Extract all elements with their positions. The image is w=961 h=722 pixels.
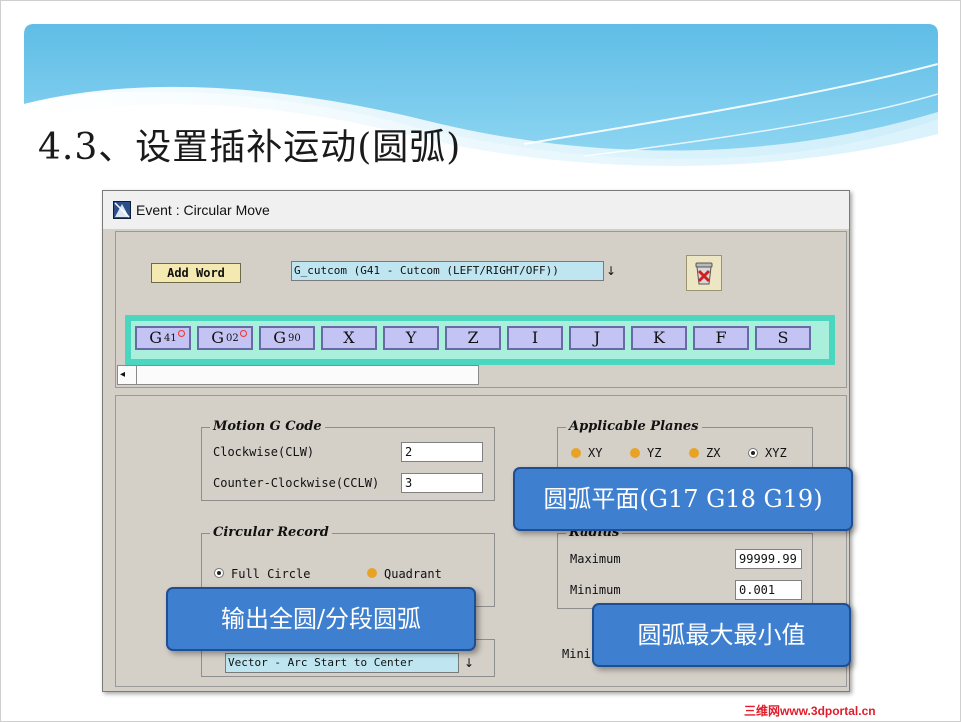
dropdown-arrow-icon[interactable]: ↓ [603, 262, 619, 280]
ijk-select[interactable]: Vector - Arc Start to Center ↓ [225, 653, 481, 673]
radius-maximum-field[interactable]: 99999.99 [735, 549, 802, 569]
plane-xy-label: XY [588, 446, 603, 460]
plane-xy-radio[interactable] [571, 448, 581, 458]
clockwise-label: Clockwise(CLW) [213, 445, 315, 459]
word-sub: 41 [164, 333, 177, 344]
ijk-select-value[interactable]: Vector - Arc Start to Center [225, 653, 459, 673]
word-button-g41[interactable]: G 41 [135, 326, 191, 350]
plane-zx-label: ZX [706, 446, 721, 460]
full-circle-label: Full Circle [231, 567, 311, 581]
word-button-g90[interactable]: G 90 [259, 326, 315, 350]
word-button-s[interactable]: S [755, 326, 811, 350]
add-word-button[interactable]: Add Word [151, 263, 241, 283]
plane-yz-label: YZ [647, 446, 662, 460]
word-button-i[interactable]: I [507, 326, 563, 350]
plane-xyz-label: XYZ [765, 446, 787, 460]
clockwise-field[interactable]: 2 [401, 442, 483, 462]
circular-record-title: Circular Record [210, 525, 332, 540]
planes-callout: 圆弧平面(G17 G18 G19) [513, 467, 853, 531]
quadrant-label: Quadrant [384, 567, 442, 581]
scrollbar-divider [136, 366, 137, 384]
minimum-arc-label: Mini [562, 647, 591, 661]
trash-icon [695, 262, 713, 285]
plane-yz-radio[interactable] [630, 448, 640, 458]
dialog-titlebar: Event : Circular Move [103, 191, 849, 229]
counter-clockwise-label: Counter-Clockwise(CCLW) [213, 476, 380, 490]
word-button-j[interactable]: J [569, 326, 625, 350]
word-select-value[interactable]: G_cutcom (G41 - Cutcom (LEFT/RIGHT/OFF)) [291, 261, 604, 281]
quadrant-radio[interactable] [367, 568, 377, 578]
plane-zx-radio[interactable] [689, 448, 699, 458]
word-button-y[interactable]: Y [383, 326, 439, 350]
app-icon [113, 201, 131, 219]
selected-indicator-icon [240, 330, 247, 337]
counter-clockwise-field[interactable]: 3 [401, 473, 483, 493]
word-button-bar: G 41 G 02 G 90 X Y Z I J K F S [125, 315, 835, 365]
motion-g-code-title: Motion G Code [210, 419, 325, 434]
dialog-title: Event : Circular Move [136, 202, 270, 218]
radius-minimum-label: Minimum [570, 583, 621, 597]
plane-xyz-radio[interactable] [748, 448, 758, 458]
record-callout: 输出全圆/分段圆弧 [166, 587, 476, 651]
site-watermark: 三维网www.3dportal.cn [744, 704, 876, 718]
applicable-planes-title: Applicable Planes [566, 419, 702, 434]
word-button-x[interactable]: X [321, 326, 377, 350]
word-select[interactable]: G_cutcom (G41 - Cutcom (LEFT/RIGHT/OFF))… [291, 261, 618, 281]
word-letter: G [211, 328, 225, 347]
scroll-left-icon[interactable]: ◂ [120, 368, 125, 382]
slide-title: 4.3、设置插补运动(圆弧) [38, 127, 462, 168]
radius-maximum-label: Maximum [570, 552, 621, 566]
horizontal-scrollbar[interactable]: ◂ [117, 365, 479, 385]
radius-callout: 圆弧最大最小值 [592, 603, 851, 667]
word-sub: 02 [226, 333, 239, 344]
delete-word-button[interactable] [686, 255, 722, 291]
word-letter: G [149, 328, 163, 347]
dropdown-arrow-icon[interactable]: ↓ [461, 654, 477, 672]
word-button-f[interactable]: F [693, 326, 749, 350]
selected-indicator-icon [178, 330, 185, 337]
radius-minimum-field[interactable]: 0.001 [735, 580, 802, 600]
word-button-z[interactable]: Z [445, 326, 501, 350]
full-circle-radio[interactable] [214, 568, 224, 578]
word-letter: G [273, 328, 287, 347]
word-button-row: G 41 G 02 G 90 X Y Z I J K F S [131, 321, 829, 359]
word-button-g02[interactable]: G 02 [197, 326, 253, 350]
word-sub: 90 [288, 333, 301, 344]
word-button-k[interactable]: K [631, 326, 687, 350]
